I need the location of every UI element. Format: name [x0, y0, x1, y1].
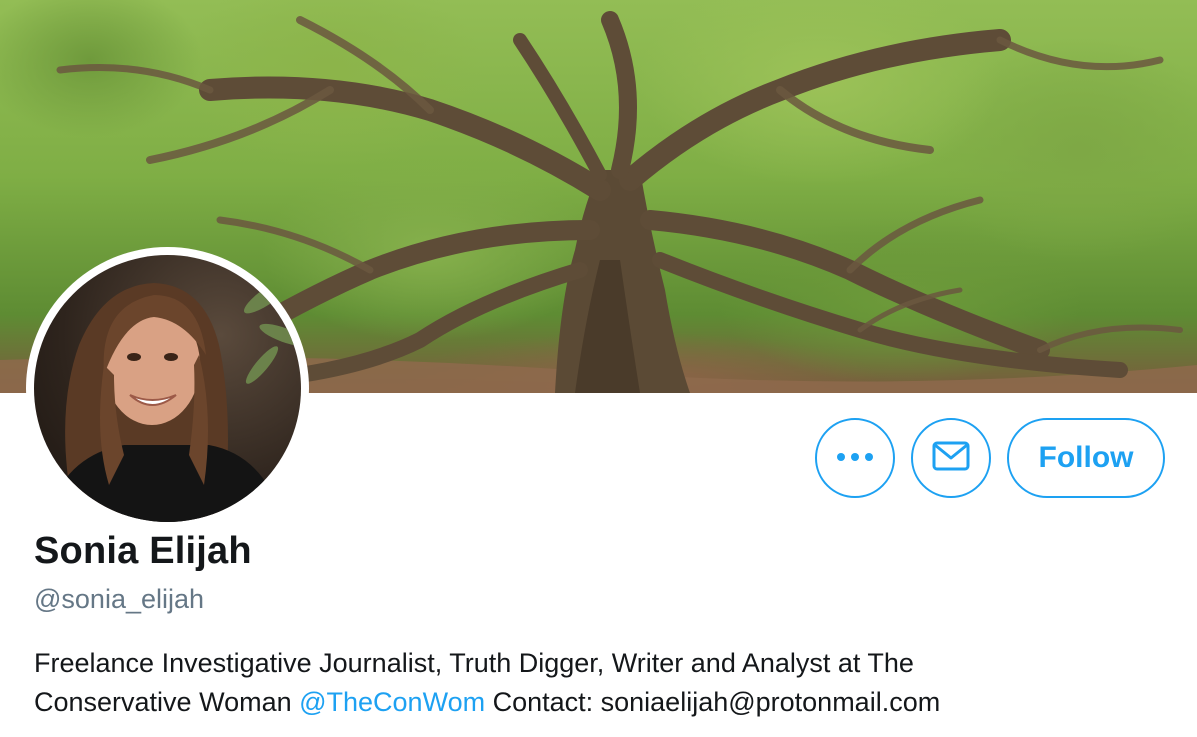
display-name: Sonia Elijah — [34, 530, 252, 572]
message-button[interactable] — [911, 418, 991, 498]
bio-contact-text: Contact: soniaelijah@protonmail.com — [485, 687, 941, 717]
avatar[interactable] — [26, 247, 309, 530]
more-options-button[interactable] — [815, 418, 895, 498]
follow-button-label: Follow — [1038, 441, 1134, 474]
user-handle: @sonia_elijah — [34, 584, 205, 614]
more-dots-icon — [835, 449, 875, 467]
mention-link[interactable]: @TheConWom — [299, 687, 485, 717]
profile-bio: Freelance Investigative Journalist, Trut… — [34, 644, 1154, 722]
bio-text-before-mention: Conservative Woman — [34, 687, 300, 717]
follow-button[interactable]: Follow — [1007, 418, 1165, 498]
profile-photo — [34, 255, 301, 522]
bio-line-1: Freelance Investigative Journalist, Trut… — [34, 648, 914, 678]
envelope-icon — [932, 441, 970, 476]
